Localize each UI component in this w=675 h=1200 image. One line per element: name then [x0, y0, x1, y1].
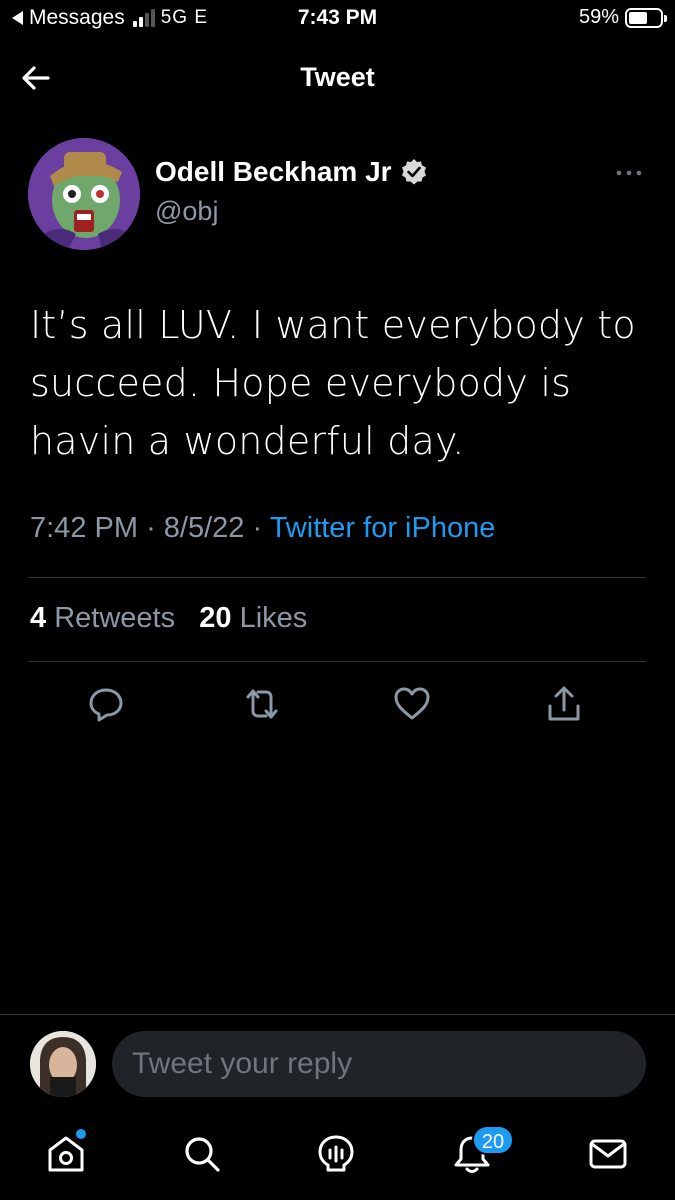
user-avatar-image [30, 1031, 96, 1097]
likes-stat[interactable]: 20 Likes [199, 602, 307, 634]
tweet-stats: 4 Retweets 20 Likes [30, 602, 307, 635]
more-options-icon[interactable] [615, 164, 643, 182]
meta-separator: · [252, 512, 270, 544]
retweet-count: 4 [30, 602, 47, 634]
tweet-date: 8/5/22 [163, 512, 245, 544]
reply-input[interactable] [112, 1031, 646, 1097]
share-icon[interactable] [544, 684, 584, 724]
retweets-stat[interactable]: 4 Retweets [30, 602, 175, 634]
divider [28, 577, 646, 578]
spaces-icon[interactable] [314, 1132, 358, 1176]
messages-envelope-icon[interactable] [586, 1132, 630, 1176]
retweet-icon[interactable] [242, 684, 282, 724]
header: Tweet [0, 48, 675, 108]
author-name-text: Odell Beckham Jr [155, 156, 392, 187]
like-label: Likes [239, 602, 308, 634]
status-bar: Messages 5G E 7:43 PM 59% [0, 0, 675, 40]
bottom-tab-bar [0, 1124, 675, 1194]
tweet-meta: 7:42 PM · 8/5/22 · Twitter for iPhone [30, 512, 495, 545]
battery-percent: 59% [578, 6, 619, 28]
avatar-image [28, 138, 140, 250]
like-heart-icon[interactable] [392, 684, 432, 724]
verified-badge-icon [401, 159, 426, 185]
tweet-source-link[interactable]: Twitter for iPhone [270, 512, 496, 544]
like-count: 20 [199, 602, 232, 634]
tweet-time: 7:42 PM [30, 512, 138, 544]
divider [28, 661, 646, 662]
reply-icon[interactable] [86, 684, 126, 724]
screen: Messages 5G E 7:43 PM 59% Tweet Odell Be… [0, 0, 675, 1200]
search-icon[interactable] [180, 1132, 224, 1176]
tweet-text: It’s all LUV. I want everybody to succee… [30, 303, 636, 463]
battery-status: 59% [578, 6, 667, 29]
meta-separator: · [146, 512, 164, 544]
notification-count-badge: 20 [472, 1125, 514, 1155]
reply-divider [0, 1014, 675, 1015]
home-unread-dot [76, 1129, 86, 1139]
tweet-actions [0, 684, 675, 728]
status-time: 7:43 PM [297, 6, 378, 29]
author-name[interactable]: Odell Beckham Jr [155, 156, 428, 188]
battery-icon [625, 7, 667, 28]
author-avatar[interactable] [28, 138, 140, 250]
page-title: Tweet [300, 62, 375, 92]
author-handle[interactable]: @obj [155, 196, 218, 227]
user-avatar[interactable] [30, 1031, 96, 1097]
retweet-label: Retweets [54, 602, 176, 634]
